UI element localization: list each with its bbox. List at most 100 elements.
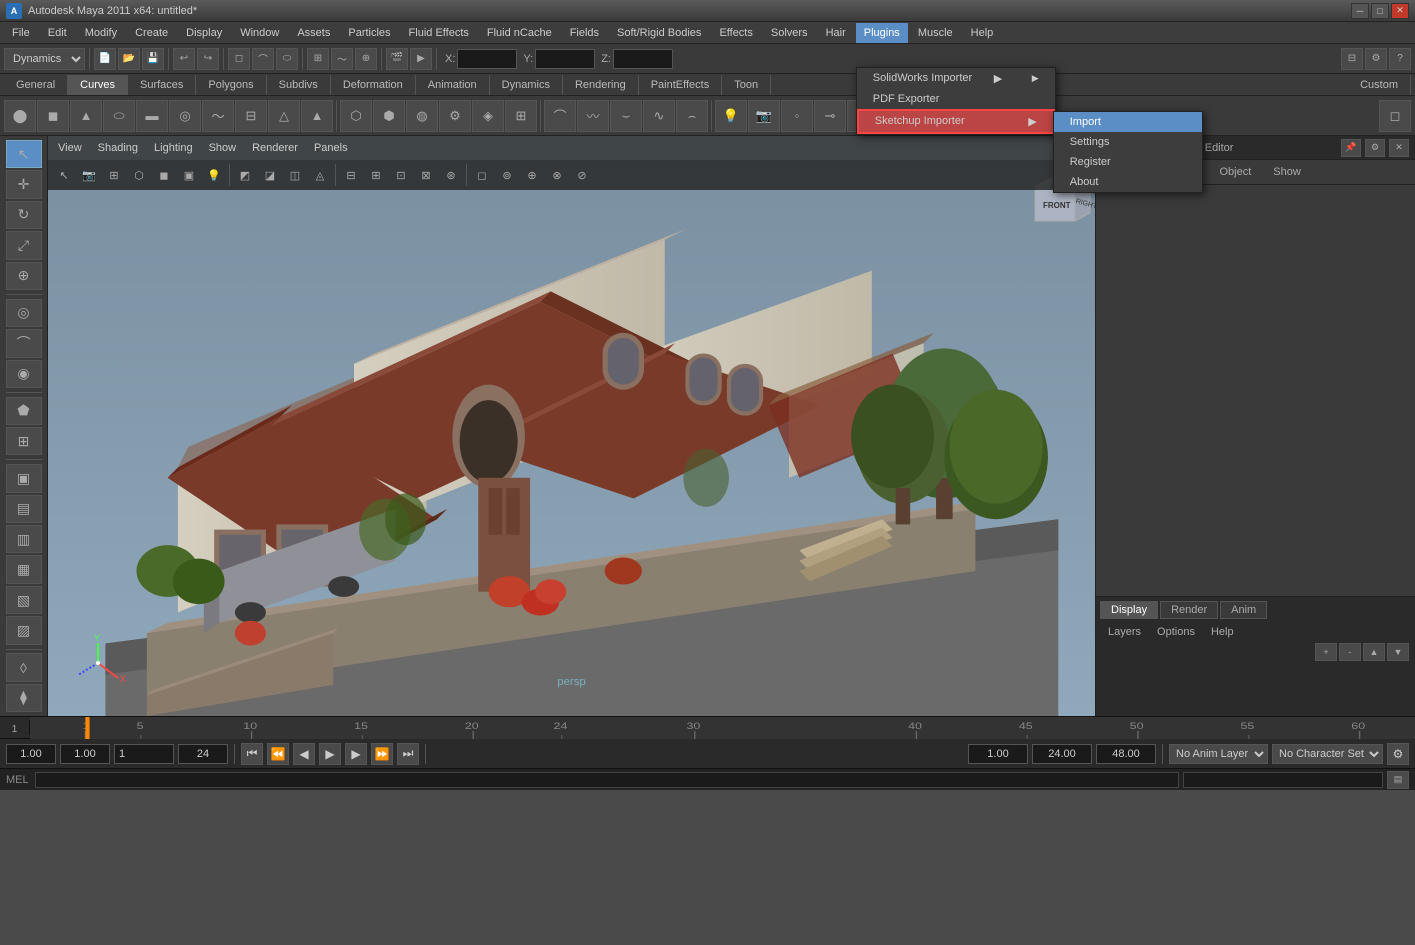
y-coord[interactable] — [535, 49, 595, 69]
unknown2-btn[interactable]: ⊞ — [505, 100, 537, 132]
plane-btn[interactable]: ▬ — [136, 100, 168, 132]
vp-resolution-icon[interactable]: ⊠ — [414, 163, 438, 187]
del-layer-btn[interactable]: - — [1339, 643, 1361, 661]
sphere-btn[interactable]: ⬤ — [4, 100, 36, 132]
char-set-dropdown[interactable]: No Character Set — [1272, 744, 1383, 764]
vp-unknown3-icon[interactable]: ⊕ — [520, 163, 544, 187]
bezier-btn[interactable]: ∿ — [643, 100, 675, 132]
sketchup-register[interactable]: Register — [1054, 152, 1202, 172]
range-start-field[interactable] — [60, 744, 110, 764]
vp-hud-icon[interactable]: ⊟ — [339, 163, 363, 187]
vp-wire-icon[interactable]: ⬡ — [127, 163, 151, 187]
new-layer-btn[interactable]: + — [1315, 643, 1337, 661]
help-btn[interactable]: ? — [1389, 48, 1411, 70]
rp-tab-show[interactable]: Show — [1263, 164, 1311, 180]
menu-edit[interactable]: Edit — [40, 23, 75, 43]
rp-sub-help[interactable]: Help — [1205, 625, 1240, 639]
menu-hair[interactable]: Hair — [818, 23, 854, 43]
unknown1-btn[interactable]: ◈ — [472, 100, 504, 132]
plugins-pdf[interactable]: PDF Exporter — [857, 89, 1055, 109]
ik-btn[interactable]: ⊸ — [814, 100, 846, 132]
snap-point-btn[interactable]: ⊕ — [355, 48, 377, 70]
go-start-btn[interactable]: ⏮ — [241, 743, 263, 765]
current-frame-field[interactable] — [6, 744, 56, 764]
vp-unknown5-icon[interactable]: ⊘ — [570, 163, 594, 187]
vp-shade-icon[interactable]: ◼ — [152, 163, 176, 187]
vp-grid-icon[interactable]: ⊞ — [102, 163, 126, 187]
vp-motion-icon[interactable]: ◬ — [308, 163, 332, 187]
lasso-select-btn[interactable]: ⌒ — [6, 329, 42, 357]
unknown-side3[interactable]: ▥ — [6, 525, 42, 553]
plugins-sketchup[interactable]: Sketchup Importer▶ Import Settings Regis… — [857, 109, 1055, 134]
rp-sub-options[interactable]: Options — [1151, 625, 1201, 639]
vp-tex-icon[interactable]: ▣ — [177, 163, 201, 187]
z-coord[interactable] — [613, 49, 673, 69]
snap-grid-btn[interactable]: ⊞ — [307, 48, 329, 70]
menu-soft-rigid[interactable]: Soft/Rigid Bodies — [609, 23, 709, 43]
menu-fields[interactable]: Fields — [562, 23, 607, 43]
vp-view-menu[interactable]: View — [54, 140, 86, 156]
settings-btn[interactable]: ⚙ — [1365, 48, 1387, 70]
go-end-btn[interactable]: ⏭ — [397, 743, 419, 765]
menu-assets[interactable]: Assets — [289, 23, 338, 43]
ipr-btn[interactable]: ▶ — [410, 48, 432, 70]
camera-btn[interactable]: 📷 — [748, 100, 780, 132]
light-btn[interactable]: 💡 — [715, 100, 747, 132]
vp-renderer-menu[interactable]: Renderer — [248, 140, 302, 156]
tab-painteffects[interactable]: PaintEffects — [639, 75, 723, 95]
vp-panels-menu[interactable]: Panels — [310, 140, 352, 156]
vp-light-icon[interactable]: 💡 — [202, 163, 226, 187]
menu-fluid-effects[interactable]: Fluid Effects — [401, 23, 477, 43]
next-frame-btn[interactable]: ▶ — [345, 743, 367, 765]
vp-show-menu[interactable]: Show — [205, 140, 241, 156]
anim-layer-dropdown[interactable]: No Anim Layer — [1169, 744, 1268, 764]
mode-dropdown[interactable]: Dynamics Animation Rendering — [4, 48, 85, 70]
vp-ao-icon[interactable]: ◪ — [258, 163, 282, 187]
menu-particles[interactable]: Particles — [340, 23, 398, 43]
play-btn[interactable]: ▶ — [319, 743, 341, 765]
cone-btn[interactable]: ▲ — [70, 100, 102, 132]
move-btn[interactable]: ✛ — [6, 170, 42, 198]
save-btn[interactable]: 💾 — [142, 48, 164, 70]
sketchup-settings[interactable]: Settings — [1054, 132, 1202, 152]
open-btn[interactable]: 📂 — [118, 48, 140, 70]
mel-input[interactable] — [35, 772, 1179, 788]
vp-select-icon[interactable]: ↖ — [52, 163, 76, 187]
tab-rendering[interactable]: Rendering — [563, 75, 639, 95]
tab-custom[interactable]: Custom — [1348, 75, 1411, 95]
unknown-side8[interactable]: ⧫ — [6, 684, 42, 712]
x-coord[interactable] — [457, 49, 517, 69]
menu-modify[interactable]: Modify — [77, 23, 125, 43]
triad-btn[interactable]: ⊞ — [6, 427, 42, 455]
tab-dynamics[interactable]: Dynamics — [490, 75, 563, 95]
anim-end-field[interactable] — [1032, 744, 1092, 764]
viewport[interactable]: View Shading Lighting Show Renderer Pane… — [48, 136, 1095, 716]
layout-btn[interactable]: ⊟ — [1341, 48, 1363, 70]
menu-effects[interactable]: Effects — [711, 23, 760, 43]
redo-btn[interactable]: ↪ — [197, 48, 219, 70]
menu-fluid-ncache[interactable]: Fluid nCache — [479, 23, 560, 43]
vp-unknown4-icon[interactable]: ⊗ — [545, 163, 569, 187]
layer-down-btn[interactable]: ▼ — [1387, 643, 1409, 661]
rp-btab-anim[interactable]: Anim — [1220, 601, 1267, 619]
tab-toon[interactable]: Toon — [722, 75, 771, 95]
curve3-btn[interactable]: ⌣ — [610, 100, 642, 132]
menu-plugins[interactable]: Plugins SolidWorks Importer▶ PDF Exporte… — [856, 23, 908, 43]
rp-close-icon[interactable]: ✕ — [1389, 139, 1409, 157]
prism-btn[interactable]: △ — [268, 100, 300, 132]
close-button[interactable]: ✕ — [1391, 3, 1409, 19]
vp-gate-icon[interactable]: ⊞ — [364, 163, 388, 187]
cube-btn[interactable]: ◼ — [37, 100, 69, 132]
tab-general[interactable]: General — [4, 75, 68, 95]
step-back-btn[interactable]: ⏪ — [267, 743, 289, 765]
menu-create[interactable]: Create — [127, 23, 176, 43]
menu-display[interactable]: Display — [178, 23, 230, 43]
vp-lighting-menu[interactable]: Lighting — [150, 140, 197, 156]
tab-surfaces[interactable]: Surfaces — [128, 75, 196, 95]
rp-settings-icon[interactable]: ⚙ — [1365, 139, 1385, 157]
menu-solvers[interactable]: Solvers — [763, 23, 816, 43]
rp-pin-icon[interactable]: 📌 — [1341, 139, 1361, 157]
transform-btn[interactable]: ⊕ — [6, 262, 42, 290]
vp-shadow-icon[interactable]: ◩ — [233, 163, 257, 187]
menu-window[interactable]: Window — [232, 23, 287, 43]
